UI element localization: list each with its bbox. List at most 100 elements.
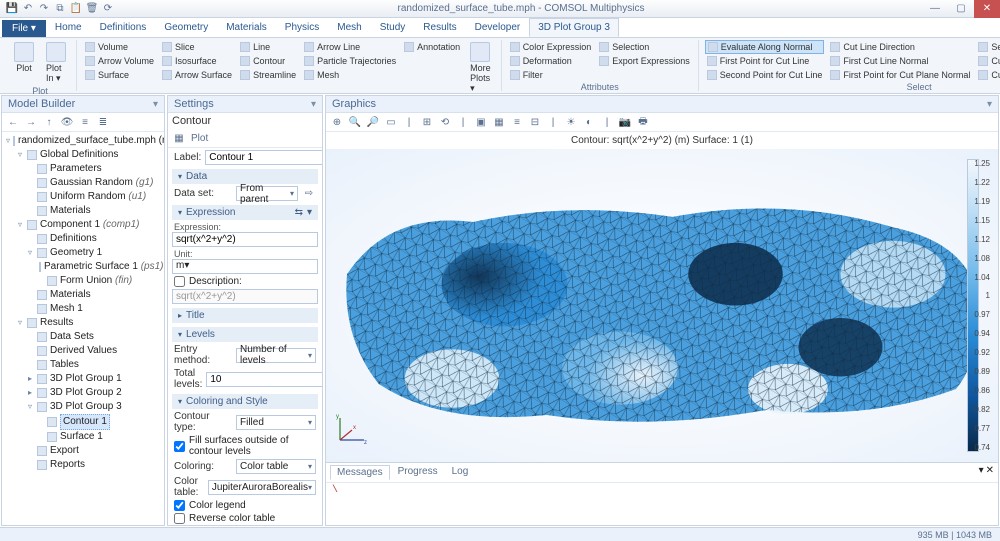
rotate-icon[interactable]: ⟲ xyxy=(438,115,452,129)
minimize-button[interactable]: — xyxy=(922,0,948,18)
unit-select[interactable]: m▾ xyxy=(172,259,318,274)
zoom-box-icon[interactable]: ▭ xyxy=(384,115,398,129)
tree-tables[interactable]: Tables xyxy=(50,358,79,372)
sel-second-point-cut-plane-normal[interactable]: Second Point for Cut Plane Normal xyxy=(976,40,1000,54)
delete-icon[interactable]: 🗑 xyxy=(86,3,98,15)
close-button[interactable]: ✕ xyxy=(974,0,1000,18)
plot-action-button[interactable]: Plot xyxy=(190,131,209,145)
tree-plot-group-3[interactable]: 3D Plot Group 3 xyxy=(50,400,122,414)
color-legend-checkbox[interactable] xyxy=(174,500,185,511)
reverse-color-checkbox[interactable] xyxy=(174,513,185,524)
sel-evaluate-along-normal[interactable]: Evaluate Along Normal xyxy=(705,40,825,54)
tab-physics[interactable]: Physics xyxy=(276,18,328,37)
fill-surfaces-checkbox[interactable] xyxy=(174,441,185,452)
tree-form-union[interactable]: Form Union (fin) xyxy=(60,274,132,288)
entry-method-select[interactable]: Number of levels▾ xyxy=(236,348,316,363)
tab-progress[interactable]: Progress xyxy=(392,465,444,480)
label-input[interactable] xyxy=(205,150,322,165)
tree-derived-values[interactable]: Derived Values xyxy=(50,344,117,358)
goto-icon[interactable]: ⇨ xyxy=(302,188,316,199)
forward-icon[interactable]: → xyxy=(24,115,38,129)
add-contour[interactable]: Contour xyxy=(238,54,298,68)
menu-icon[interactable]: ▾ xyxy=(307,207,312,218)
attr-filter[interactable]: Filter xyxy=(508,68,594,82)
xy-view-icon[interactable]: ⊞ xyxy=(420,115,434,129)
refresh-icon[interactable]: ⟳ xyxy=(102,3,114,15)
description-checkbox[interactable] xyxy=(174,276,185,287)
tab-materials[interactable]: Materials xyxy=(217,18,276,37)
paste-icon[interactable]: 📋 xyxy=(70,3,82,15)
tree-export[interactable]: Export xyxy=(50,444,79,458)
add-mesh[interactable]: Mesh xyxy=(302,68,398,82)
tree-plot-group-2[interactable]: 3D Plot Group 2 xyxy=(50,386,122,400)
tree-parameters[interactable]: Parameters xyxy=(50,162,102,176)
tree-global-definitions[interactable]: Global Definitions xyxy=(40,148,118,162)
select-all-icon[interactable]: ≡ xyxy=(510,115,524,129)
plot-button[interactable]: Plot xyxy=(10,40,38,75)
up-icon[interactable]: ↑ xyxy=(42,115,56,129)
scene-light-icon[interactable]: ☀ xyxy=(564,115,578,129)
deselect-icon[interactable]: ⊟ xyxy=(528,115,542,129)
more-plots-button[interactable]: More Plots ▾ xyxy=(466,40,495,96)
sel-cut-line-direction[interactable]: Cut Line Direction xyxy=(828,40,972,54)
panel-menu-icon[interactable]: ▾ xyxy=(153,99,158,110)
plot-in-button[interactable]: Plot In ▾ xyxy=(42,40,70,86)
select-box-icon[interactable]: ▦ xyxy=(492,115,506,129)
tree-contour-1[interactable]: Contour 1 xyxy=(60,414,110,430)
show-icon[interactable]: 👁 xyxy=(60,115,74,129)
tab-messages[interactable]: Messages xyxy=(330,465,390,480)
sel-first-point-cut-plane-normal[interactable]: First Point for Cut Plane Normal xyxy=(828,68,972,82)
add-isosurface[interactable]: Isosurface xyxy=(160,54,234,68)
panel-menu-icon[interactable]: ▾ xyxy=(311,99,316,110)
transparency-icon[interactable]: ◐ xyxy=(582,115,596,129)
tree-materials[interactable]: Materials xyxy=(50,288,91,302)
add-annotation[interactable]: Annotation xyxy=(402,40,462,54)
tree-materials-global[interactable]: Materials xyxy=(50,204,91,218)
sel-cut-plane-normal-from-surface[interactable]: Cut Plane Normal from Surface xyxy=(976,68,1000,82)
maximize-button[interactable]: ▢ xyxy=(948,0,974,18)
tree-gaussian-random[interactable]: Gaussian Random (g1) xyxy=(50,176,153,190)
tab-3d-plot-group-3[interactable]: 3D Plot Group 3 xyxy=(529,18,619,37)
tree-plot-group-1[interactable]: 3D Plot Group 1 xyxy=(50,372,122,386)
panel-minimize-icon[interactable]: ▾ xyxy=(979,465,984,480)
tree-surface-1[interactable]: Surface 1 xyxy=(60,430,103,444)
expression-input[interactable] xyxy=(172,232,318,247)
section-coloring[interactable]: ▾Coloring and Style xyxy=(172,394,318,409)
select-icon[interactable]: ▣ xyxy=(474,115,488,129)
add-volume[interactable]: Volume xyxy=(83,40,156,54)
add-particle-traj[interactable]: Particle Trajectories xyxy=(302,54,398,68)
add-arrow-surface[interactable]: Arrow Surface xyxy=(160,68,234,82)
tree-mesh[interactable]: Mesh 1 xyxy=(50,302,83,316)
contour-type-select[interactable]: Filled▾ xyxy=(236,415,316,430)
attr-color-expression[interactable]: Color Expression xyxy=(508,40,594,54)
sel-cut-plane-normal[interactable]: Cut Plane Normal xyxy=(976,54,1000,68)
tree-uniform-random[interactable]: Uniform Random (u1) xyxy=(50,190,146,204)
add-surface[interactable]: Surface xyxy=(83,68,156,82)
sel-second-point-cut-line[interactable]: Second Point for Cut Line xyxy=(705,68,825,82)
collapse-icon[interactable]: ≡ xyxy=(78,115,92,129)
total-levels-input[interactable] xyxy=(206,372,322,387)
zoom-out-icon[interactable]: 🔎 xyxy=(366,115,380,129)
tab-results[interactable]: Results xyxy=(414,18,465,37)
tab-definitions[interactable]: Definitions xyxy=(91,18,156,37)
add-arrow-line[interactable]: Arrow Line xyxy=(302,40,398,54)
snapshot-icon[interactable]: 📷 xyxy=(618,115,632,129)
coloring-select[interactable]: Color table▾ xyxy=(236,459,316,474)
section-expression[interactable]: ▾Expression⇆ ▾ xyxy=(172,205,318,220)
tree-results[interactable]: Results xyxy=(40,316,73,330)
expand-icon[interactable]: ≣ xyxy=(96,115,110,129)
tab-home[interactable]: Home xyxy=(46,18,91,37)
redo-icon[interactable]: ↷ xyxy=(38,3,50,15)
replace-icon[interactable]: ⇆ xyxy=(295,207,303,218)
color-table-select[interactable]: JupiterAuroraBorealis▾ xyxy=(208,480,316,495)
tree-data-sets[interactable]: Data Sets xyxy=(50,330,94,344)
graphics-canvas[interactable]: Contour: sqrt(x^2+y^2) (m) Surface: 1 (1… xyxy=(326,132,998,462)
add-streamline[interactable]: Streamline xyxy=(238,68,298,82)
sel-first-cut-line-normal[interactable]: First Cut Line Normal xyxy=(828,54,972,68)
tab-mesh[interactable]: Mesh xyxy=(328,18,370,37)
tab-study[interactable]: Study xyxy=(371,18,415,37)
file-tab[interactable]: File ▾ xyxy=(2,20,46,37)
attr-deformation[interactable]: Deformation xyxy=(508,54,594,68)
dataset-select[interactable]: From parent▾ xyxy=(236,186,298,201)
zoom-extents-icon[interactable]: ⊕ xyxy=(330,115,344,129)
